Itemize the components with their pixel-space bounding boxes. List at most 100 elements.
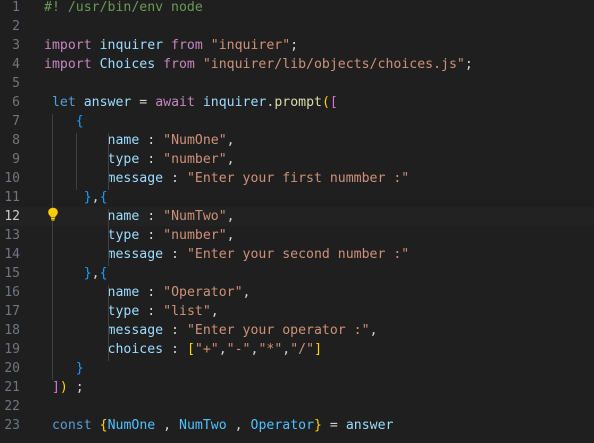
code-line[interactable]: 21 ]) ; xyxy=(0,378,594,397)
code-text[interactable]: { xyxy=(44,112,84,131)
code-token: name xyxy=(107,285,140,300)
code-token: type xyxy=(107,152,140,167)
code-text[interactable]: #! /usr/bin/env node xyxy=(44,0,203,17)
code-text[interactable]: let answer = await inquirer.prompt([ xyxy=(44,93,338,112)
line-number: 23 xyxy=(4,418,20,433)
code-token: name xyxy=(107,133,140,148)
code-text[interactable]: },{ xyxy=(44,264,108,283)
code-line[interactable]: 2 xyxy=(0,17,594,36)
code-token: = xyxy=(131,95,156,110)
code-token: message xyxy=(107,323,164,338)
code-line[interactable]: 16 name : "Operator", xyxy=(0,283,594,302)
code-token: , xyxy=(226,228,235,243)
code-token: Operator xyxy=(250,418,315,433)
code-line[interactable]: 15 },{ xyxy=(0,264,594,283)
code-line[interactable]: 10 message : "Enter your first nummber :… xyxy=(0,169,594,188)
code-token: : xyxy=(163,323,187,338)
code-token: import xyxy=(44,38,92,53)
code-text[interactable]: const {NumOne , NumTwo , Operator} = ans… xyxy=(44,416,394,435)
code-token: } xyxy=(75,361,84,376)
code-text[interactable]: name : "NumTwo", xyxy=(44,207,235,226)
code-token: = xyxy=(321,418,346,433)
code-line[interactable]: 9 type : "number", xyxy=(0,150,594,169)
code-token: answer xyxy=(345,418,394,433)
code-text[interactable]: name : "NumOne", xyxy=(44,131,235,150)
code-token: } xyxy=(83,266,92,281)
code-token: from xyxy=(171,38,203,53)
code-token: "*" xyxy=(258,342,283,357)
code-line[interactable]: 14 message : "Enter your second number :… xyxy=(0,245,594,264)
code-text[interactable]: type : "list", xyxy=(44,302,219,321)
code-token: , xyxy=(210,304,219,319)
code-token: ( xyxy=(321,95,330,110)
code-token: ; xyxy=(290,38,299,53)
code-text[interactable]: name : "Operator", xyxy=(44,283,251,302)
code-token: "Enter your first nummber :" xyxy=(186,171,410,186)
code-token: { xyxy=(99,418,108,433)
code-text[interactable]: import inquirer from "inquirer"; xyxy=(44,36,298,55)
line-number: 13 xyxy=(4,228,20,243)
code-line[interactable]: 5 xyxy=(0,74,594,93)
indent-guide xyxy=(108,285,109,361)
code-text[interactable]: type : "number", xyxy=(44,150,235,169)
code-line[interactable]: 19 choices : ["+","-","*","/"] xyxy=(0,340,594,359)
code-line[interactable]: 12 name : "NumTwo", xyxy=(0,207,594,226)
code-token: "NumOne" xyxy=(163,133,227,148)
code-text[interactable]: choices : ["+","-","*","/"] xyxy=(44,340,322,359)
code-line[interactable]: 13 type : "number", xyxy=(0,226,594,245)
line-number: 8 xyxy=(12,133,20,148)
code-token: answer xyxy=(75,95,132,110)
code-token: ; xyxy=(464,57,473,72)
code-text[interactable]: message : "Enter your second number :" xyxy=(44,245,410,264)
code-text[interactable]: } xyxy=(44,359,84,378)
code-line[interactable]: 7 { xyxy=(0,112,594,131)
code-line[interactable]: 20 } xyxy=(0,359,594,378)
code-line[interactable]: 1 #! /usr/bin/env node xyxy=(0,0,594,17)
code-token: choices xyxy=(107,342,164,357)
indent-guide xyxy=(108,133,109,190)
code-token: "number" xyxy=(163,152,227,167)
line-number: 9 xyxy=(12,152,20,167)
line-number: 1 xyxy=(12,0,20,15)
line-number: 21 xyxy=(4,380,20,395)
code-editor[interactable]: 23 const {NumOne , NumTwo , Operator} = … xyxy=(0,0,594,443)
code-line[interactable]: 11 },{ xyxy=(0,188,594,207)
code-line[interactable]: 18 message : "Enter your operator :", xyxy=(0,321,594,340)
code-token: #! /usr/bin/env node xyxy=(44,0,203,15)
code-token: { xyxy=(75,114,84,129)
code-line[interactable]: 23 const {NumOne , NumTwo , Operator} = … xyxy=(0,416,594,435)
code-token: ] xyxy=(314,342,323,357)
code-line[interactable]: 8 name : "NumOne", xyxy=(0,131,594,150)
code-token: , xyxy=(226,418,251,433)
indent-guide xyxy=(52,114,53,380)
code-text[interactable]: },{ xyxy=(44,188,108,207)
code-text[interactable]: type : "number", xyxy=(44,226,235,245)
code-line[interactable]: 17 type : "list", xyxy=(0,302,594,321)
code-line[interactable]: 3 import inquirer from "inquirer"; xyxy=(0,36,594,55)
code-token: import xyxy=(44,57,92,72)
code-text[interactable]: import Choices from "inquirer/lib/object… xyxy=(44,55,473,74)
code-token: from xyxy=(163,57,195,72)
indent-guide xyxy=(76,133,77,190)
code-token: Choices xyxy=(91,57,164,72)
code-line[interactable]: 22 xyxy=(0,397,594,416)
code-token: : xyxy=(139,133,164,148)
lightbulb-icon[interactable] xyxy=(47,207,59,221)
code-token: await xyxy=(155,95,195,110)
code-token: , xyxy=(218,342,227,357)
code-text[interactable]: ]) ; xyxy=(44,378,84,397)
indent-guide xyxy=(108,209,109,266)
code-text[interactable]: message : "Enter your first nummber :" xyxy=(44,169,410,188)
line-number: 11 xyxy=(4,190,20,205)
code-line[interactable]: 6 let answer = await inquirer.prompt([ xyxy=(0,93,594,112)
code-token: : xyxy=(139,209,164,224)
code-line[interactable]: 4 import Choices from "inquirer/lib/objec… xyxy=(0,55,594,74)
code-token: , xyxy=(155,418,180,433)
code-token: "Enter your second number :" xyxy=(186,247,410,262)
code-text[interactable]: message : "Enter your operator :", xyxy=(44,321,378,340)
